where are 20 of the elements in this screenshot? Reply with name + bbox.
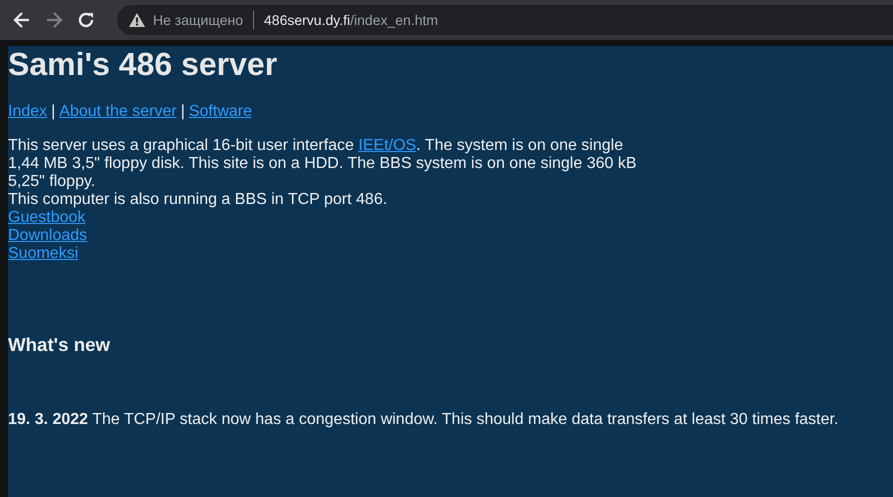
reload-icon[interactable] <box>77 11 95 29</box>
page-link[interactable]: Guestbook <box>8 209 86 226</box>
ieetos-link[interactable]: IEEt/OS <box>358 137 416 154</box>
page-link[interactable]: Suomeksi <box>8 245 78 262</box>
nav-link[interactable]: Software <box>188 103 252 120</box>
security-label: Не защищено <box>153 12 243 28</box>
separator: | <box>51 103 56 120</box>
bbs-text: This computer is also running a BBS in TCP port 486. <box>8 191 388 208</box>
section-heading: What's new <box>8 334 112 355</box>
page-link[interactable]: Downloads <box>8 227 88 244</box>
back-icon[interactable] <box>13 11 31 29</box>
news-item: 19. 3. 2022 The TCP/IP stack now has a congestion window. This should make data transfers at least 30 times faster. <box>8 411 840 429</box>
warning-icon <box>129 13 145 27</box>
address-field[interactable]: Не защищено 486servu.dy.fi/index_en.htm <box>117 5 893 35</box>
url-text: 486servu.dy.fi/index_en.htm <box>264 12 438 28</box>
nav-link[interactable]: About the server <box>59 103 177 120</box>
separator: | <box>180 103 185 120</box>
nav-link[interactable]: Index <box>8 103 48 120</box>
page-title: Sami's 486 server <box>8 46 278 83</box>
intro-text: This server uses a graphical 16-bit user interface IEEt/OS. The system is on one single 1,44 MB 3,5" floppy disk. This site is on a HDD. The BBS system is on one single 360 kB 5,25" floppy. <box>8 137 636 190</box>
